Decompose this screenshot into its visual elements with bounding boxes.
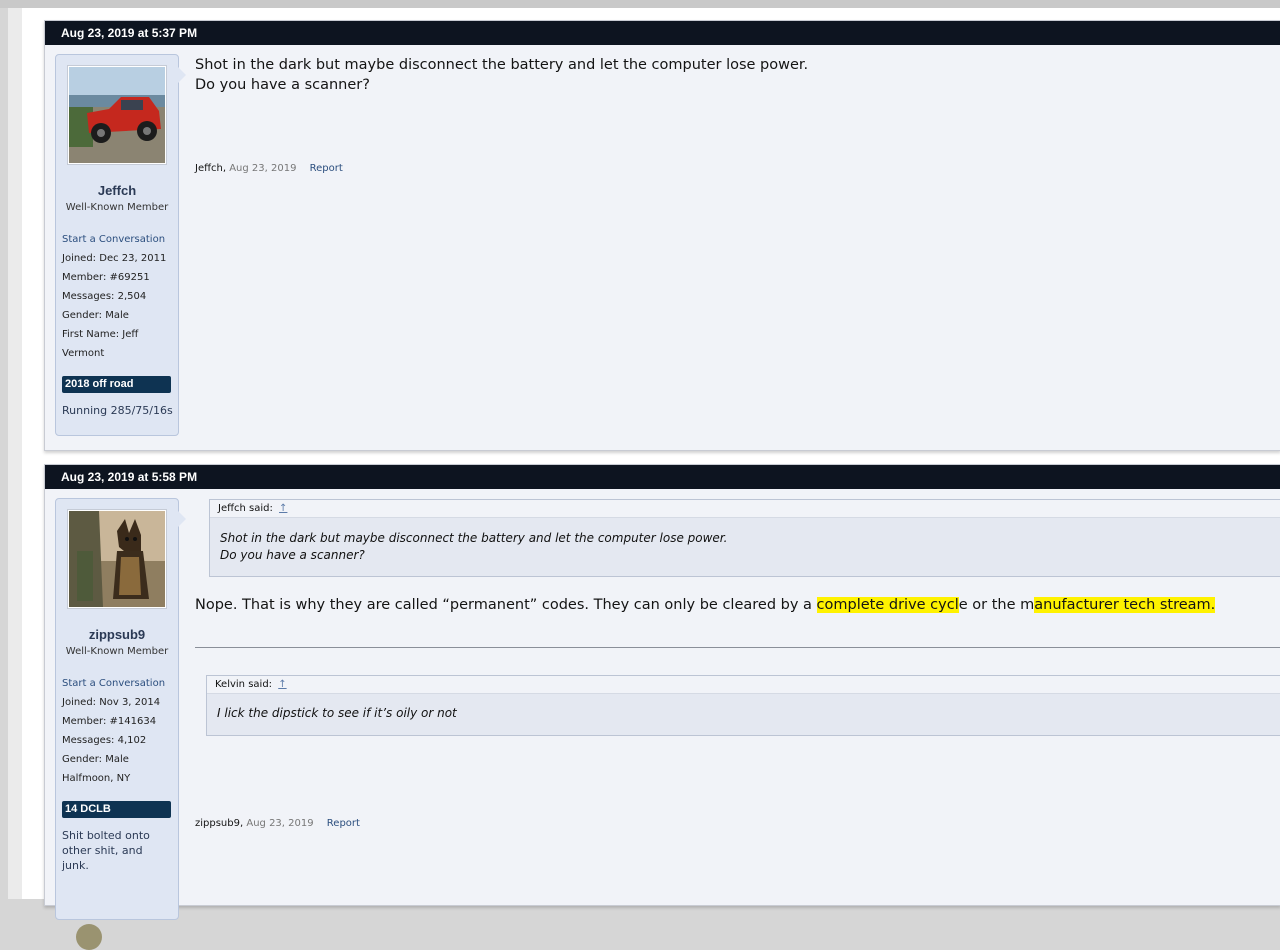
post-meta: zippsub9, Aug 23, 2019 Report xyxy=(195,818,360,829)
user-field-messages: Messages: 2,504 xyxy=(62,291,178,302)
report-link[interactable]: Report xyxy=(310,163,343,174)
field-label: Member: xyxy=(62,716,107,727)
message-line: Shot in the dark but maybe disconnect th… xyxy=(195,57,809,73)
user-avatar[interactable] xyxy=(68,66,166,164)
user-field-joined: Joined: Dec 23, 2011 xyxy=(62,253,178,264)
field-label: Gender: xyxy=(62,310,103,321)
reply-part: Nope. That is why they are called “perma… xyxy=(195,597,817,613)
field-value: Nov 3, 2014 xyxy=(99,697,161,708)
reply-text: Nope. That is why they are called “perma… xyxy=(195,595,1265,615)
user-title: Well-Known Member xyxy=(65,202,169,213)
post-date[interactable]: Aug 23, 2019 xyxy=(229,163,296,174)
user-banner: 14 DCLB xyxy=(62,801,171,818)
start-conversation-label[interactable]: Start a Conversation xyxy=(62,234,165,245)
user-signature: Running 285/75/16s xyxy=(62,404,173,417)
quote-block: Jeffch said: ↑ Shot in the dark but mayb… xyxy=(209,499,1280,577)
field-label: Member: xyxy=(62,272,107,283)
field-label: Joined: xyxy=(62,697,97,708)
user-banner: 2018 off road xyxy=(62,376,171,393)
signature-divider xyxy=(195,647,1280,648)
post-timestamp: Aug 23, 2019 at 5:58 PM xyxy=(45,465,1280,489)
reply-part: e or the m xyxy=(958,597,1035,613)
user-info-panel: zippsub9 Well-Known Member Start a Conve… xyxy=(55,498,186,950)
message-body: Shot in the dark but maybe disconnect th… xyxy=(195,55,808,95)
user-field-member: Member: #141634 xyxy=(62,716,178,727)
post-2: Aug 23, 2019 at 5:58 PM zippsub9 Well-Kn… xyxy=(44,464,1280,950)
quote-header: Jeffch said: ↑ xyxy=(210,500,1280,518)
field-value: 4,102 xyxy=(117,735,147,746)
start-conversation-label[interactable]: Start a Conversation xyxy=(62,678,165,689)
field-value: Male xyxy=(105,754,129,765)
user-field-gender: Gender: Male xyxy=(62,310,178,321)
post-timestamp: Aug 23, 2019 at 5:37 PM xyxy=(45,21,1280,45)
quote-header: Kelvin said: ↑ xyxy=(207,676,1280,694)
quote-author: Kelvin said: xyxy=(215,679,273,690)
user-title: Well-Known Member xyxy=(65,646,169,657)
quote-body: Shot in the dark but maybe disconnect th… xyxy=(210,518,1280,576)
post-author[interactable]: Jeffch, xyxy=(195,163,226,174)
field-label: Gender: xyxy=(62,754,103,765)
highlighted-text: complete drive cycl xyxy=(816,597,959,613)
post-meta: Jeffch, Aug 23, 2019 Report xyxy=(195,163,343,174)
username[interactable]: Jeffch xyxy=(56,183,178,198)
field-label: Joined: xyxy=(62,253,97,264)
jump-to-quote-icon[interactable]: ↑ xyxy=(279,503,287,514)
field-label: Messages: xyxy=(62,291,115,302)
user-info-panel: Jeffch Well-Known Member Start a Convers… xyxy=(55,54,186,436)
field-value: #141634 xyxy=(109,716,157,727)
quote-author: Jeffch said: xyxy=(218,503,273,514)
post-date[interactable]: Aug 23, 2019 xyxy=(246,818,313,829)
badge-icon xyxy=(76,924,102,950)
quote-line: Shot in the dark but maybe disconnect th… xyxy=(220,531,728,545)
quote-body: I lick the dipstick to see if it’s oily … xyxy=(217,706,457,720)
user-avatar[interactable] xyxy=(68,510,166,608)
user-location: Vermont xyxy=(62,348,105,359)
user-field-joined: Joined: Nov 3, 2014 xyxy=(62,697,178,708)
report-link[interactable]: Report xyxy=(327,818,360,829)
user-field-first-name: First Name: Jeff xyxy=(62,329,178,340)
message-line: Do you have a scanner? xyxy=(195,77,370,93)
quote-block: Kelvin said: ↑ I lick the dipstick to se… xyxy=(206,675,1280,736)
user-location: Halfmoon, NY xyxy=(62,773,131,784)
jump-to-quote-icon[interactable]: ↑ xyxy=(278,679,286,690)
highlighted-text: anufacturer tech stream. xyxy=(1034,597,1216,613)
field-label: First Name: xyxy=(62,329,120,340)
field-value: #69251 xyxy=(109,272,150,283)
start-conversation-link[interactable]: Start a Conversation xyxy=(62,234,178,245)
post-author[interactable]: zippsub9, xyxy=(195,818,243,829)
quote-line: Do you have a scanner? xyxy=(220,548,365,562)
field-label: Messages: xyxy=(62,735,115,746)
user-field-gender: Gender: Male xyxy=(62,754,178,765)
field-value: 2,504 xyxy=(117,291,147,302)
page-left-margin xyxy=(8,8,22,899)
post-1: Aug 23, 2019 at 5:37 PM Jeffch Well-Know… xyxy=(44,20,1280,451)
user-field-messages: Messages: 4,102 xyxy=(62,735,178,746)
field-value: Dec 23, 2011 xyxy=(99,253,167,264)
browser-top-bar xyxy=(0,0,1280,8)
user-signature: Shit bolted onto other shit, and junk. xyxy=(62,829,150,872)
user-field-member: Member: #69251 xyxy=(62,272,178,283)
username[interactable]: zippsub9 xyxy=(56,627,178,642)
field-value: Male xyxy=(105,310,129,321)
field-value: Jeff xyxy=(122,329,139,340)
start-conversation-link[interactable]: Start a Conversation xyxy=(62,678,178,689)
